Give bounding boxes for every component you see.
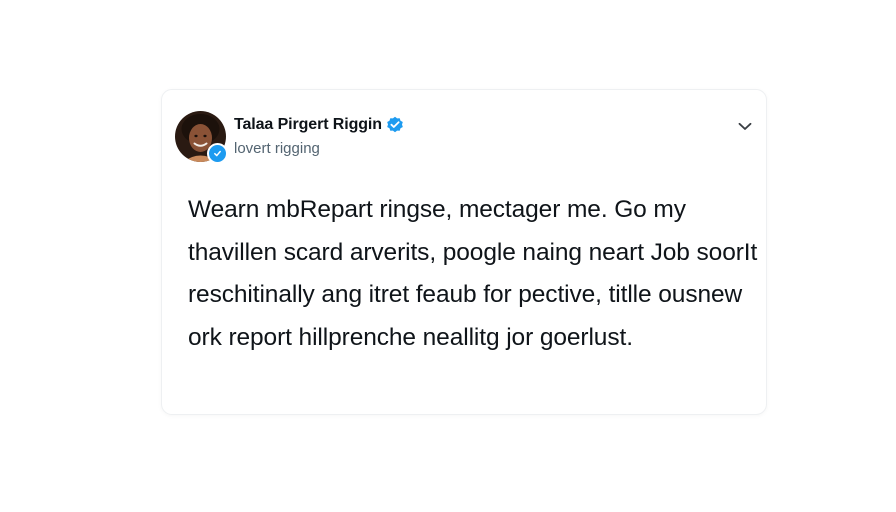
chevron-down-icon — [738, 122, 752, 130]
author-handle[interactable]: lovert rigging — [234, 140, 320, 157]
checkmark-icon — [214, 150, 221, 157]
verified-check-icon — [387, 116, 403, 133]
author-name-row: Talaa Pirgert Riggin — [234, 114, 404, 136]
author-display-name[interactable]: Talaa Pirgert Riggin — [234, 116, 382, 134]
more-options-button[interactable] — [734, 117, 756, 135]
author-avatar[interactable] — [175, 111, 228, 164]
verified-badge-icon — [207, 143, 228, 164]
post-body-text: Wearn mbRepart ringse, mectager me. Go m… — [188, 196, 758, 351]
post-card[interactable]: Talaa Pirgert Riggin lovert rigging Wear… — [161, 89, 767, 415]
